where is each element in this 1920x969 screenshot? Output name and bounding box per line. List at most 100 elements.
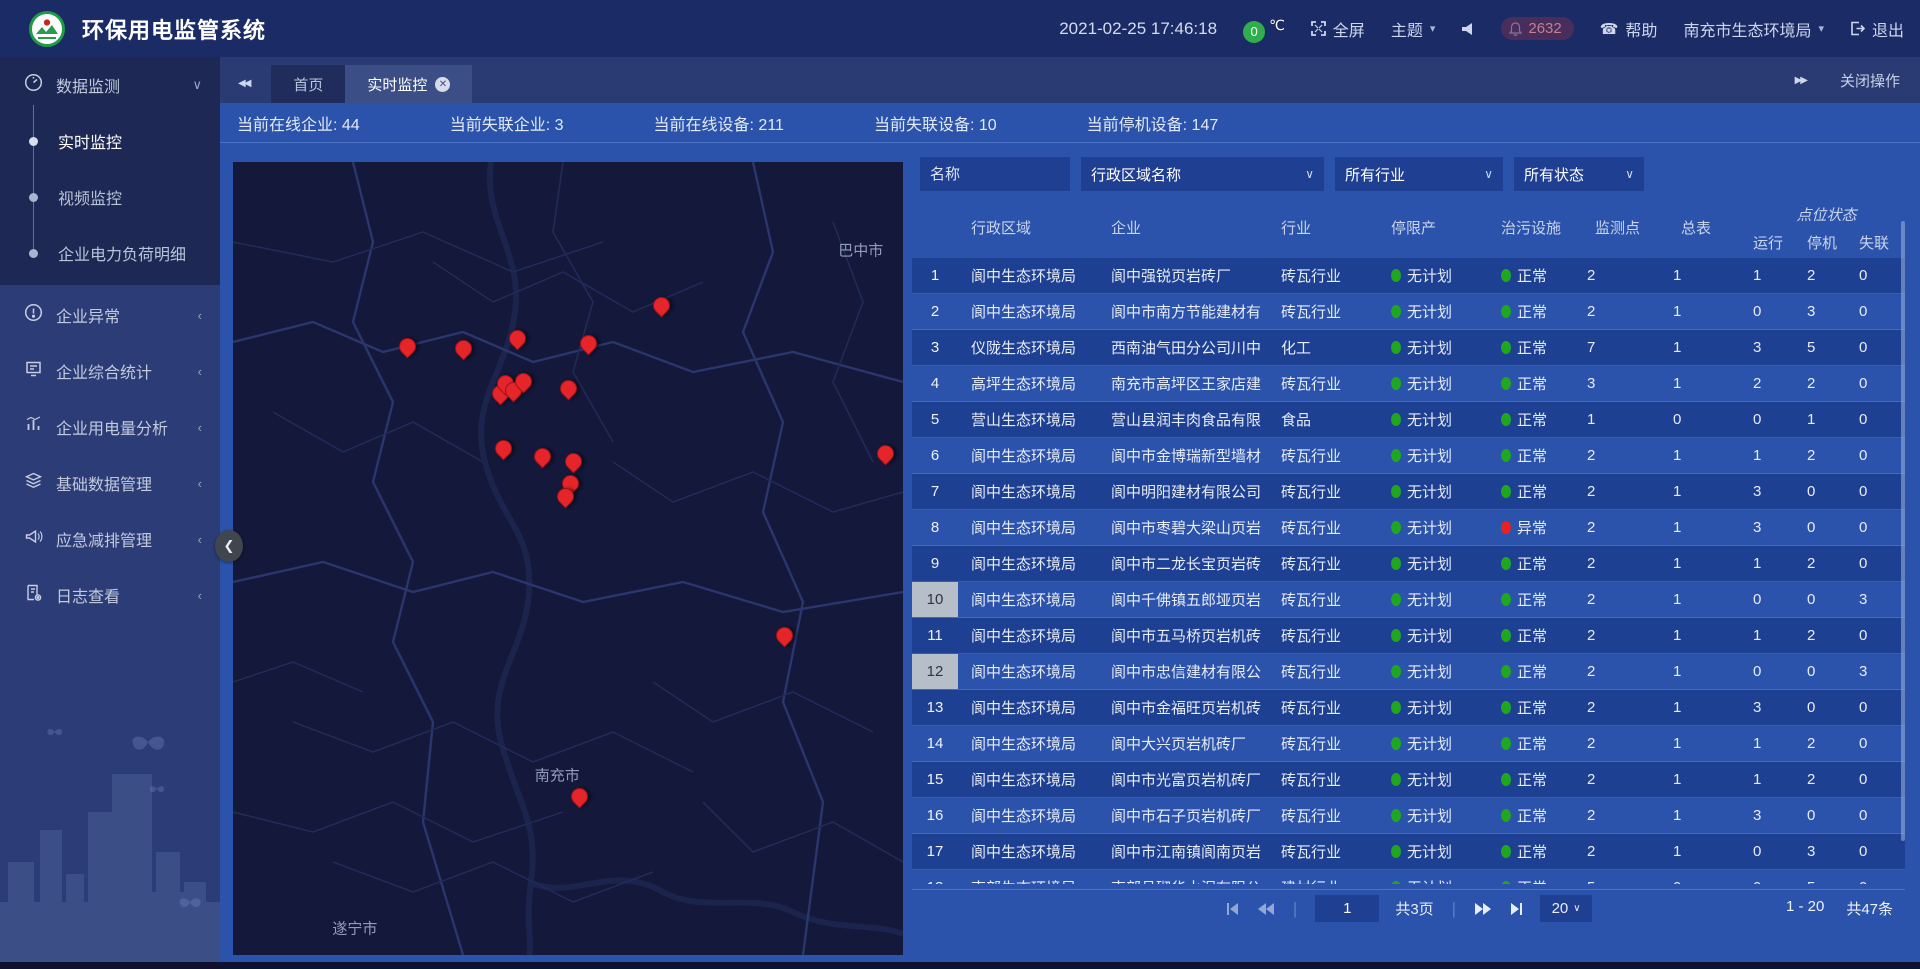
notification-badge[interactable]: 2632	[1501, 17, 1573, 40]
speaker-icon	[1461, 22, 1475, 36]
table-row[interactable]: 12阆中生态环境局阆中市忠信建材有限公砖瓦行业无计划正常21003	[912, 654, 1905, 690]
tabs-scroll-right-icon[interactable]: ▶▶	[1795, 75, 1806, 86]
sidebar-item-base-data[interactable]: 基础数据管理 ‹	[0, 455, 220, 511]
sidebar-item-realtime-monitor[interactable]: 实时监控	[0, 113, 220, 169]
page-number-input[interactable]	[1315, 895, 1379, 922]
region-filter-select[interactable]: 行政区域名称 ∨	[1081, 157, 1324, 191]
cell-stopped: 0	[1802, 798, 1854, 833]
table-row[interactable]: 4高坪生态环境局南充市高坪区王家店建砖瓦行业无计划正常31220	[912, 366, 1905, 402]
cell-limit-production: 无计划	[1378, 294, 1488, 329]
cell-running: 3	[1748, 798, 1802, 833]
cell-region: 阆中生态环境局	[958, 582, 1098, 617]
cell-total-meters: 1	[1668, 438, 1748, 473]
sidebar-item-company-statistics[interactable]: 企业综合统计 ‹	[0, 343, 220, 399]
industry-filter-select[interactable]: 所有行业 ∨	[1335, 157, 1503, 191]
last-page-button[interactable]	[1508, 902, 1524, 916]
map-panel[interactable]: 巴中市南充市遂宁市	[233, 162, 903, 955]
table-row[interactable]: 1阆中生态环境局阆中强锐页岩砖厂砖瓦行业无计划正常21120	[912, 258, 1905, 294]
sidebar-item-company-abnormal[interactable]: 企业异常 ‹	[0, 287, 220, 343]
table-row[interactable]: 18南部生态环境局南部县砌华水泥有限公建材行业无计划正常50050	[912, 870, 1905, 884]
col-pollution-facility: 治污设施	[1488, 196, 1582, 258]
cell-monitor-points: 2	[1582, 726, 1668, 761]
cell-row-number: 1	[912, 258, 958, 293]
prev-page-button[interactable]	[1257, 902, 1275, 916]
status-dot-icon	[1391, 269, 1401, 282]
cell-disconnected: 0	[1854, 510, 1905, 545]
table-row[interactable]: 2阆中生态环境局阆中市南方节能建材有砖瓦行业无计划正常21030	[912, 294, 1905, 330]
table-row[interactable]: 17阆中生态环境局阆中市江南镇阆南页岩砖瓦行业无计划正常21030	[912, 834, 1905, 870]
table-row[interactable]: 8阆中生态环境局阆中市枣碧大梁山页岩砖瓦行业无计划异常21300	[912, 510, 1905, 546]
cell-pollution-facility: 正常	[1488, 402, 1582, 437]
sidebar-item-video-monitor[interactable]: 视频监控	[0, 169, 220, 225]
help-button[interactable]: ☎ 帮助	[1600, 17, 1658, 41]
bell-icon	[1509, 22, 1522, 36]
col-row-number	[912, 196, 958, 258]
cell-limit-production: 无计划	[1378, 798, 1488, 833]
cell-company: 阆中千佛镇五郎垭页岩	[1098, 582, 1268, 617]
table-row[interactable]: 10阆中生态环境局阆中千佛镇五郎垭页岩砖瓦行业无计划正常21003	[912, 582, 1905, 618]
theme-button[interactable]: 主题 ▾	[1391, 17, 1436, 41]
org-dropdown[interactable]: 南充市生态环境局 ▾	[1683, 17, 1824, 41]
cell-industry: 砖瓦行业	[1268, 798, 1378, 833]
total-count-label: 共47条	[1846, 898, 1893, 919]
table-row[interactable]: 16阆中生态环境局阆中市石子页岩机砖厂砖瓦行业无计划正常21300	[912, 798, 1905, 834]
page-size-select[interactable]: 20 ∨	[1540, 895, 1592, 922]
chevron-left-icon: ‹	[198, 532, 202, 547]
stat-stopped-devices: 当前停机设备: 147	[1087, 111, 1219, 135]
cell-running: 1	[1748, 726, 1802, 761]
tab-home[interactable]: 首页	[271, 65, 345, 103]
cell-industry: 建材行业	[1268, 870, 1378, 884]
table-row[interactable]: 7阆中生态环境局阆中明阳建材有限公司砖瓦行业无计划正常21300	[912, 474, 1905, 510]
table-row[interactable]: 11阆中生态环境局阆中市五马桥页岩机砖砖瓦行业无计划正常21120	[912, 618, 1905, 654]
status-dot-icon	[1501, 305, 1511, 318]
status-filter-select[interactable]: 所有状态 ∨	[1514, 157, 1644, 191]
cell-monitor-points: 5	[1582, 870, 1668, 884]
sidebar-item-power-analysis[interactable]: 企业用电量分析 ‹	[0, 399, 220, 455]
close-operations-button[interactable]: 关闭操作	[1840, 70, 1900, 91]
cell-row-number: 5	[912, 402, 958, 437]
cell-limit-production: 无计划	[1378, 870, 1488, 884]
status-dot-icon	[1391, 845, 1401, 858]
table-row[interactable]: 14阆中生态环境局阆中大兴页岩机砖厂砖瓦行业无计划正常21120	[912, 726, 1905, 762]
cell-region: 阆中生态环境局	[958, 618, 1098, 653]
name-filter-input[interactable]	[920, 157, 1070, 191]
table-row[interactable]: 13阆中生态环境局阆中市金福旺页岩机砖砖瓦行业无计划正常21300	[912, 690, 1905, 726]
status-dot-icon	[1501, 773, 1511, 786]
table-row[interactable]: 9阆中生态环境局阆中市二龙长宝页岩砖砖瓦行业无计划正常21120	[912, 546, 1905, 582]
cell-industry: 砖瓦行业	[1268, 690, 1378, 725]
tabs-scroll-left-icon[interactable]: ◀◀	[238, 78, 249, 89]
tab-realtime-monitor[interactable]: 实时监控 ✕	[345, 65, 472, 103]
cell-monitor-points: 2	[1582, 798, 1668, 833]
sidebar-item-emergency-reduction[interactable]: 应急减排管理 ‹	[0, 511, 220, 567]
help-label: 帮助	[1625, 17, 1657, 41]
volume-button[interactable]	[1461, 22, 1475, 36]
table-row[interactable]: 15阆中生态环境局阆中市光富页岩机砖厂砖瓦行业无计划正常21120	[912, 762, 1905, 798]
next-page-button[interactable]	[1474, 902, 1492, 916]
cell-total-meters: 1	[1668, 798, 1748, 833]
cell-limit-production: 无计划	[1378, 510, 1488, 545]
status-dot-icon	[1391, 809, 1401, 822]
sidebar-item-log-view[interactable]: 日志查看 ‹	[0, 567, 220, 623]
first-page-button[interactable]	[1225, 902, 1241, 916]
sidebar-collapse-handle[interactable]: ❮	[215, 530, 243, 562]
cell-region: 阆中生态环境局	[958, 690, 1098, 725]
table-row[interactable]: 6阆中生态环境局阆中市金博瑞新型墙材砖瓦行业无计划正常21120	[912, 438, 1905, 474]
exit-icon	[1850, 21, 1865, 36]
fullscreen-button[interactable]: 全屏	[1311, 17, 1365, 41]
col-industry: 行业	[1268, 196, 1378, 258]
cell-monitor-points: 2	[1582, 654, 1668, 689]
table-row[interactable]: 3仪陇生态环境局西南油气田分公司川中化工无计划正常71350	[912, 330, 1905, 366]
exit-button[interactable]: 退出	[1850, 17, 1904, 41]
cell-region: 仪陇生态环境局	[958, 330, 1098, 365]
stat-online-companies: 当前在线企业: 44	[237, 111, 360, 135]
sidebar-item-power-load-detail[interactable]: 企业电力负荷明细	[0, 225, 220, 281]
status-dot-icon	[1391, 341, 1401, 354]
table-scrollbar[interactable]	[1901, 221, 1905, 841]
cell-monitor-points: 2	[1582, 438, 1668, 473]
chevron-left-icon: ❮	[224, 538, 235, 554]
table-row[interactable]: 5营山生态环境局营山县润丰肉食品有限食品无计划正常10010	[912, 402, 1905, 438]
chevron-left-icon: ‹	[198, 308, 202, 323]
cell-stopped: 0	[1802, 654, 1854, 689]
tab-close-icon[interactable]: ✕	[435, 77, 450, 92]
cell-row-number: 15	[912, 762, 958, 797]
